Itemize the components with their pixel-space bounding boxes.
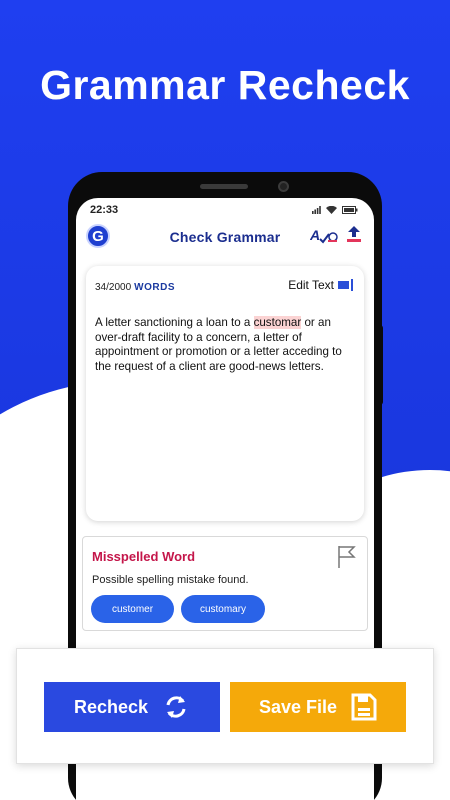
upload-icon[interactable] bbox=[346, 225, 362, 243]
suggestion-chip[interactable]: customer bbox=[91, 595, 174, 623]
refresh-icon bbox=[166, 696, 186, 718]
word-count-value: 34/2000 bbox=[95, 282, 132, 293]
wifi-icon bbox=[326, 206, 337, 214]
status-icons bbox=[312, 206, 358, 214]
save-file-label: Save File bbox=[258, 696, 338, 717]
svg-text:A: A bbox=[310, 227, 320, 243]
word-count: 34/2000 WORDS bbox=[95, 282, 175, 293]
signal-icon bbox=[312, 206, 321, 214]
phone-side-button bbox=[378, 325, 383, 405]
misspelled-highlight[interactable]: customar bbox=[253, 316, 302, 329]
flag-icon[interactable] bbox=[337, 545, 357, 569]
misspelled-description: Possible spelling mistake found. bbox=[92, 574, 249, 586]
editor-text-before: A letter sanctioning a loan to a bbox=[95, 316, 254, 329]
misspelled-title: Misspelled Word bbox=[92, 549, 196, 564]
editor-text[interactable]: A letter sanctioning a loan to a customa… bbox=[95, 316, 357, 374]
spell-check-icon[interactable]: A bbox=[310, 226, 338, 244]
status-time: 22:33 bbox=[90, 204, 119, 216]
recheck-label: Recheck bbox=[73, 696, 149, 717]
suggestion-chip[interactable]: customary bbox=[181, 595, 265, 623]
edit-text-icon[interactable] bbox=[338, 279, 354, 291]
battery-icon bbox=[342, 206, 358, 214]
recheck-button[interactable]: Recheck bbox=[44, 682, 220, 732]
text-editor-card[interactable]: 34/2000 WORDS Edit Text A letter sanction… bbox=[86, 266, 364, 521]
save-file-icon bbox=[351, 693, 377, 721]
phone-camera bbox=[278, 181, 289, 192]
save-file-button[interactable]: Save File bbox=[230, 682, 406, 732]
misspelled-word-card: Misspelled Word Possible spelling mistak… bbox=[82, 536, 368, 631]
headline: Grammar Recheck bbox=[40, 62, 410, 108]
action-panel: Recheck Save File bbox=[16, 648, 434, 764]
phone-speaker bbox=[200, 184, 248, 189]
edit-text-button[interactable]: Edit Text bbox=[288, 278, 334, 292]
word-count-label: WORDS bbox=[134, 282, 175, 293]
